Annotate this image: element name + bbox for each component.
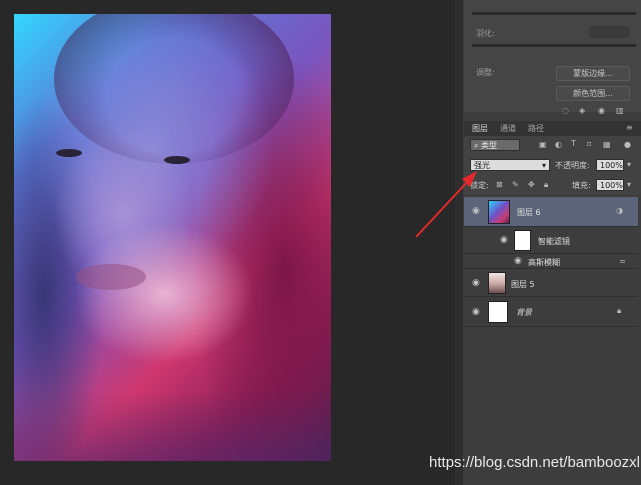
smart-filters-label: 智能滤镜 — [538, 237, 570, 246]
background-layer-name[interactable]: 背景 — [516, 307, 532, 318]
chevron-down-icon: ▾ — [541, 161, 546, 170]
background-eye-icon[interactable]: ◉ — [472, 307, 480, 317]
filter-kind-select[interactable]: ⌕ 类型 — [470, 139, 520, 151]
fill-input[interactable]: 100% — [596, 179, 624, 191]
panel-menu-icon[interactable]: ≡ — [626, 123, 633, 132]
tab-layers[interactable]: 图层 — [472, 123, 488, 134]
annotation-arrow — [415, 171, 477, 238]
layer6-thumbnail[interactable] — [488, 200, 510, 224]
layer-row-gaussian-blur[interactable]: ◉ 高斯模糊 ≂ — [464, 254, 638, 269]
filter-search-icon: ⌕ — [474, 141, 482, 150]
properties-slider-track-2[interactable] — [472, 44, 636, 47]
gaussian-blur-eye-icon[interactable]: ◉ — [514, 256, 522, 266]
layer-row-background[interactable]: ◉ 背景 🔒︎ — [464, 297, 638, 327]
gaussian-blur-label[interactable]: 高斯模糊 — [528, 257, 560, 268]
color-range-button[interactable]: 颜色范围... — [556, 86, 630, 101]
background-lock-icon: 🔒︎ — [617, 306, 622, 315]
type-filter-icon[interactable]: T — [571, 139, 576, 148]
smart-filter-indicator-icon: ◑ — [616, 206, 623, 215]
filter-kind-value: 类型 — [481, 141, 498, 150]
lock-row: 锁定: ⊠ ✎ ✥ 🔒︎ 填充: 100% ▾ — [464, 175, 641, 195]
layer5-thumbnail[interactable] — [488, 272, 506, 294]
smart-filters-eye-icon[interactable]: ◉ — [500, 235, 508, 245]
selection-from-mask-icon[interactable]: ◌ — [562, 106, 569, 115]
layer5-name[interactable]: 图层 5 — [511, 279, 535, 290]
feather-field[interactable] — [589, 26, 629, 38]
canvas-photo-eye-left — [56, 149, 82, 157]
opacity-dropdown-icon[interactable]: ▾ — [627, 160, 631, 169]
mask-edge-button[interactable]: 蒙版边缘... — [556, 66, 630, 81]
image-filter-icon[interactable]: ▣ — [539, 140, 547, 149]
layer5-eye-icon[interactable]: ◉ — [472, 278, 480, 288]
apply-mask-icon[interactable]: ◈ — [579, 106, 585, 115]
opacity-input[interactable]: 100% — [596, 159, 624, 171]
layer-row-smart-filters[interactable]: ◉ 智能滤镜 — [464, 227, 638, 254]
adjustment-filter-icon[interactable]: ◐ — [555, 140, 562, 149]
layer-filter-row: ⌕ 类型 ▣ ◐ T ⌑ ▦ ● — [464, 136, 641, 155]
layers-panel-tabs: 图层 通道 路径 ≡ — [464, 121, 641, 136]
smartobject-filter-icon[interactable]: ▦ — [603, 140, 611, 149]
watermark-text: https://blog.csdn.net/bamboozxl — [429, 454, 640, 471]
layer-row-layer6[interactable]: ◉ 图层 6 ◑ — [464, 197, 638, 227]
tab-channels[interactable]: 通道 — [500, 123, 516, 134]
arrow-shaft — [415, 178, 471, 238]
refine-label: 调整: — [476, 68, 495, 77]
smart-filter-mask-thumbnail[interactable] — [514, 230, 531, 251]
canvas-photo-lips — [76, 264, 146, 290]
properties-slider-track-1[interactable] — [472, 12, 636, 15]
lock-image-icon[interactable]: ✎ — [512, 180, 519, 189]
filter-toggle-icon[interactable]: ● — [624, 140, 631, 149]
fill-dropdown-icon[interactable]: ▾ — [627, 180, 631, 189]
properties-panel: 羽化: 调整: 蒙版边缘... 颜色范围... ◌ ◈ ◉ ▥ — [464, 0, 641, 115]
fill-label: 填充: — [572, 181, 591, 190]
canvas-photo-hair — [54, 14, 294, 164]
lock-transparent-icon[interactable]: ⊠ — [496, 180, 503, 189]
tab-paths[interactable]: 路径 — [528, 123, 544, 134]
lock-all-icon[interactable]: 🔒︎ — [544, 180, 548, 190]
layer-row-layer5[interactable]: ◉ 图层 5 — [464, 269, 638, 297]
shape-filter-icon[interactable]: ⌑ — [587, 140, 591, 149]
blend-mode-row: 强光 ▾ 不透明度: 100% ▾ — [464, 155, 641, 175]
lock-position-icon[interactable]: ✥ — [528, 180, 535, 189]
delete-mask-icon[interactable]: ▥ — [616, 106, 624, 115]
canvas-photo-eye-right — [164, 156, 190, 164]
feather-label: 羽化: — [476, 29, 495, 38]
blend-options-icon[interactable]: ≂ — [619, 257, 626, 266]
background-thumbnail[interactable] — [488, 301, 508, 323]
opacity-label: 不透明度: — [555, 161, 590, 170]
mask-visibility-icon[interactable]: ◉ — [598, 106, 605, 115]
document-canvas[interactable] — [14, 14, 331, 461]
layer6-name[interactable]: 图层 6 — [517, 207, 541, 218]
canvas-photo-shade — [14, 391, 331, 461]
